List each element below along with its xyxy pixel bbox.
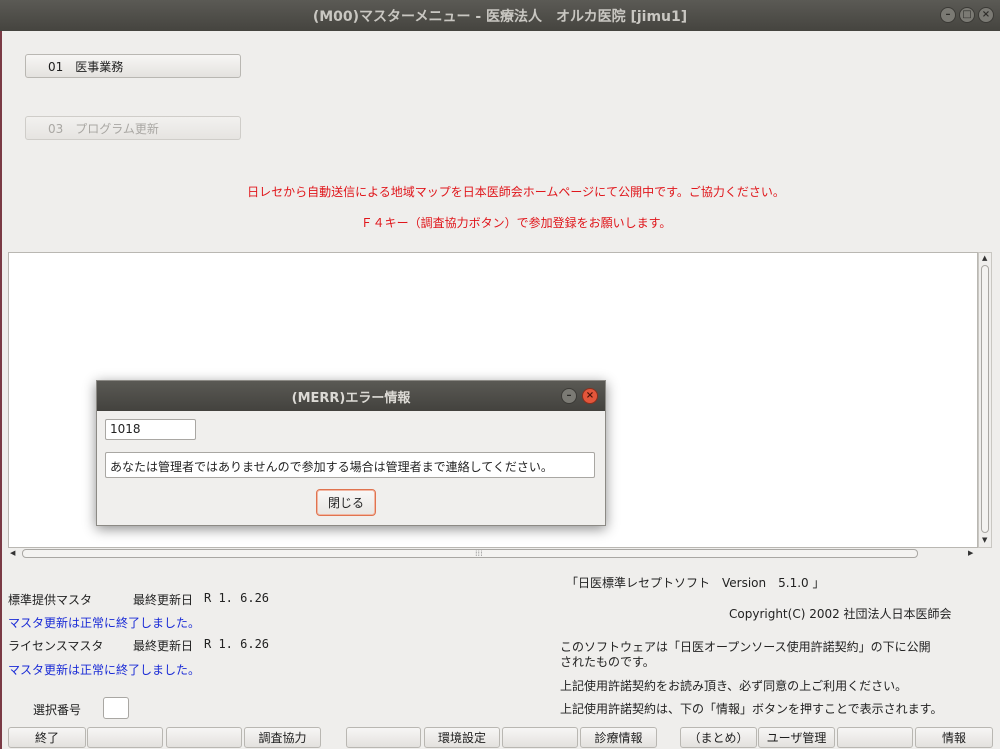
close-icon[interactable]: × bbox=[978, 7, 994, 23]
vertical-scrollbar[interactable]: ▲ ▼ bbox=[978, 252, 992, 548]
error-dialog: (MERR)エラー情報 – × 1018 あなたは管理者ではありませんので参加す… bbox=[96, 380, 606, 526]
grip-icon: ⁞⁞⁞ bbox=[475, 549, 483, 558]
master-license-updated-label: 最終更新日 bbox=[133, 639, 194, 653]
master-license-status: マスタ更新は正常に終了しました。 bbox=[8, 663, 201, 677]
horizontal-scroll-thumb[interactable]: ⁞⁞⁞ bbox=[22, 549, 918, 558]
software-version: 「日医標準レセプトソフト Version 5.1.0 」 bbox=[566, 576, 825, 590]
selection-input[interactable] bbox=[103, 697, 129, 719]
menu-button-program-update: 03 プログラム更新 bbox=[25, 116, 241, 140]
master-standard-name: 標準提供マスタ bbox=[8, 593, 93, 607]
fkey-9-summary[interactable]: （まとめ） bbox=[680, 727, 757, 748]
software-copyright: Copyright(C) 2002 社団法人日本医師会 bbox=[729, 607, 952, 621]
horizontal-scrollbar[interactable]: ◀ ⁞⁞⁞ ▶ bbox=[8, 548, 978, 560]
fkey-7[interactable] bbox=[502, 727, 578, 748]
fkey-4-survey[interactable]: 調査協力 bbox=[244, 727, 321, 748]
dialog-close-button[interactable]: 閉じる bbox=[316, 489, 376, 516]
window-title: (M00)マスターメニュー - 医療法人 オルカ医院 [jimu1] bbox=[312, 8, 688, 25]
scroll-up-icon[interactable]: ▲ bbox=[982, 254, 987, 262]
master-standard-status: マスタ更新は正常に終了しました。 bbox=[8, 616, 201, 630]
license-text-2: されたものです。 bbox=[560, 655, 655, 669]
fkey-6-settings[interactable]: 環境設定 bbox=[424, 727, 500, 748]
license-text-3: 上記使用許諾契約をお読み頂き、必ず同意の上ご利用ください。 bbox=[560, 679, 908, 693]
fkey-2[interactable] bbox=[87, 727, 163, 748]
fkey-5[interactable] bbox=[346, 727, 421, 748]
window-left-edge bbox=[0, 31, 2, 749]
dialog-close-icon[interactable]: × bbox=[582, 388, 598, 404]
notice-line-2: Ｆ４キー（調査協力ボタン）で参加登録をお願いします。 bbox=[360, 216, 672, 230]
dialog-title: (MERR)エラー情報 bbox=[291, 390, 411, 406]
menu-button-iji-gyomu[interactable]: 01 医事業務 bbox=[25, 54, 241, 78]
vertical-scroll-thumb[interactable] bbox=[981, 265, 989, 533]
fkey-8-clinical-info[interactable]: 診療情報 bbox=[580, 727, 657, 748]
window-controls: – □ × bbox=[940, 7, 994, 23]
fkey-3[interactable] bbox=[166, 727, 242, 748]
minimize-icon[interactable]: – bbox=[940, 7, 956, 23]
master-standard-updated-label: 最終更新日 bbox=[133, 593, 194, 607]
scroll-right-icon[interactable]: ▶ bbox=[968, 549, 973, 557]
fkey-10-user-management[interactable]: ユーザ管理 bbox=[758, 727, 835, 748]
fkey-12-info[interactable]: 情報 bbox=[915, 727, 993, 748]
error-message-field[interactable]: あなたは管理者ではありませんので参加する場合は管理者まで連絡してください。 bbox=[105, 452, 595, 478]
error-code-field[interactable]: 1018 bbox=[105, 419, 196, 440]
master-license-name: ライセンスマスタ bbox=[8, 639, 104, 653]
maximize-icon[interactable]: □ bbox=[959, 7, 975, 23]
scroll-down-icon[interactable]: ▼ bbox=[982, 536, 987, 544]
selection-label: 選択番号 bbox=[33, 703, 82, 717]
window-titlebar: (M00)マスターメニュー - 医療法人 オルカ医院 [jimu1] – □ × bbox=[0, 0, 1000, 31]
fkey-1-exit[interactable]: 終了 bbox=[8, 727, 86, 748]
notice-line-1: 日レセから自動送信による地域マップを日本医師会ホームページにて公開中です。ご協力… bbox=[247, 185, 785, 199]
scroll-left-icon[interactable]: ◀ bbox=[10, 549, 15, 557]
license-text-4: 上記使用許諾契約は、下の「情報」ボタンを押すことで表示されます。 bbox=[560, 702, 943, 716]
master-standard-date: R 1. 6.26 bbox=[204, 591, 270, 605]
fkey-11[interactable] bbox=[837, 727, 913, 748]
dialog-minimize-icon[interactable]: – bbox=[561, 388, 577, 404]
master-license-date: R 1. 6.26 bbox=[204, 637, 270, 651]
dialog-titlebar: (MERR)エラー情報 – × bbox=[97, 381, 605, 411]
